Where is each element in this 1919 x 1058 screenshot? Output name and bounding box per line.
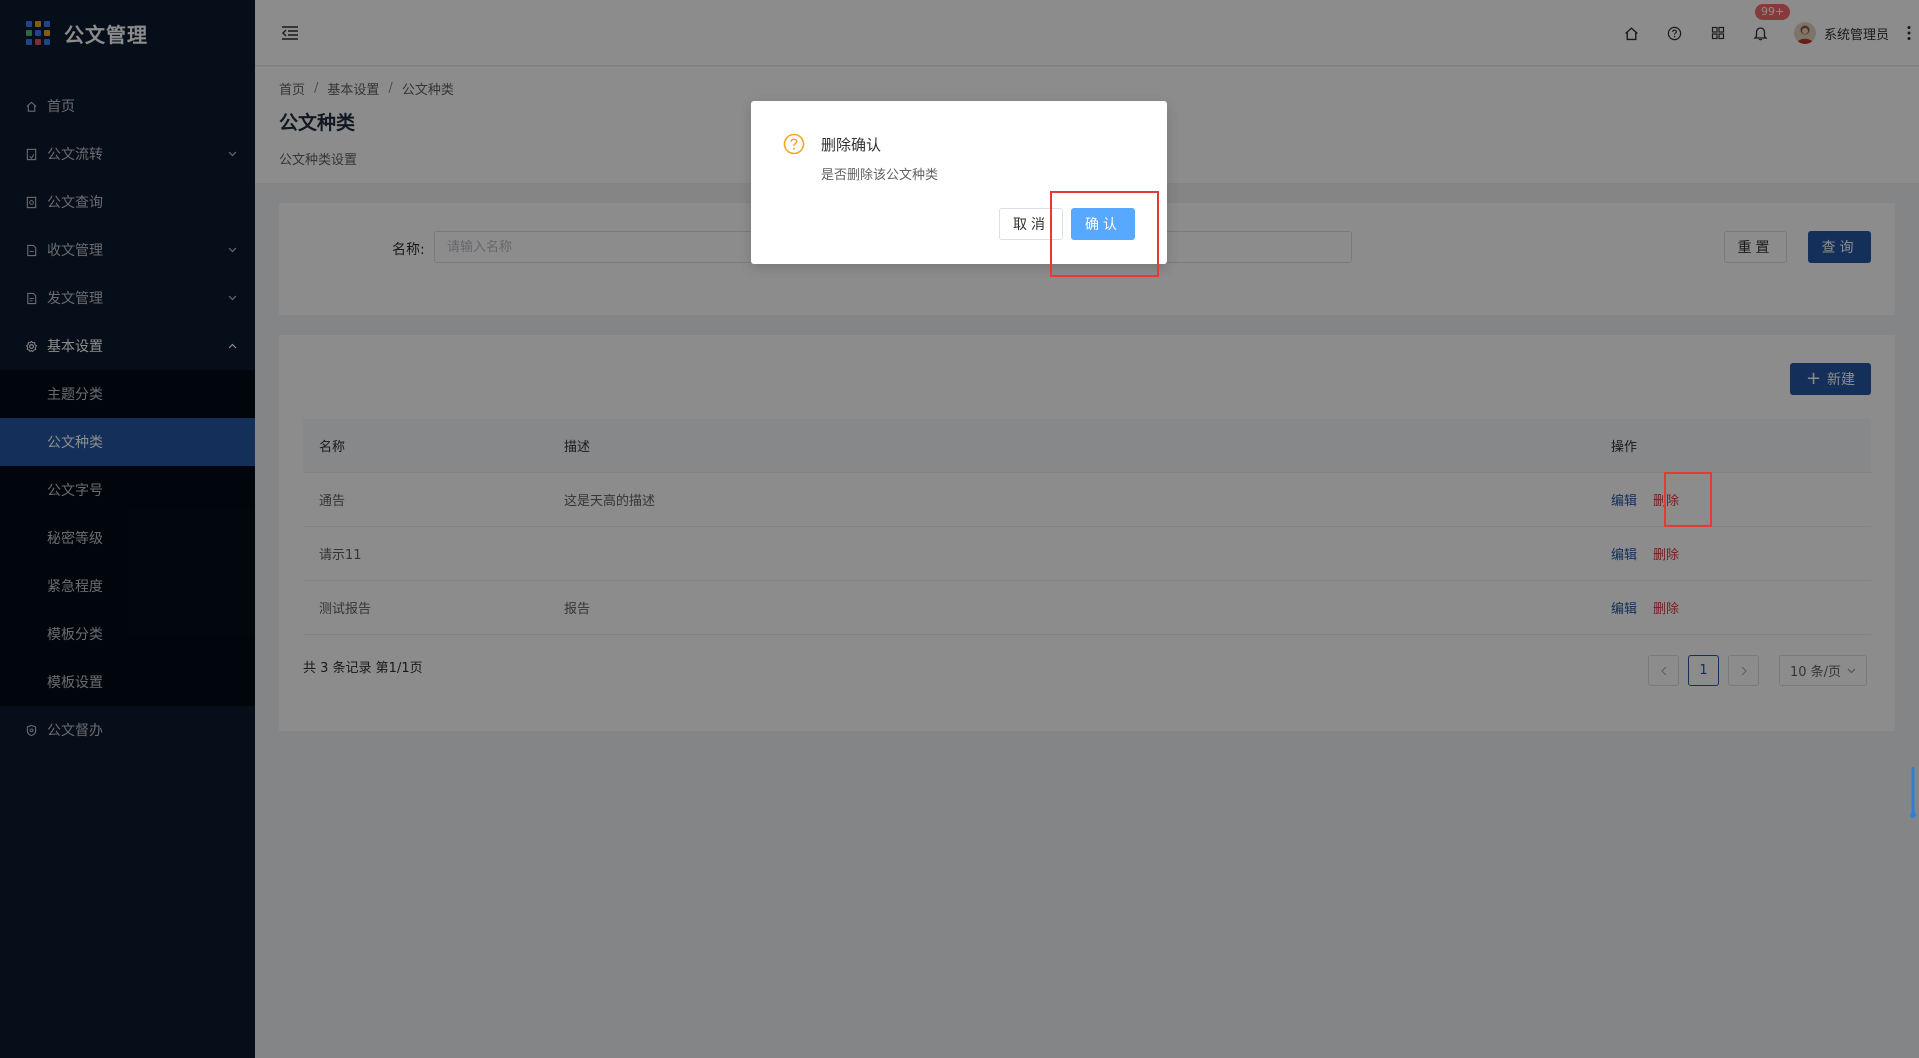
confirm-button[interactable]: 确认 bbox=[1071, 208, 1135, 240]
dialog-message: 是否删除该公文种类 bbox=[821, 168, 939, 183]
dialog-title: 删除确认 bbox=[821, 136, 882, 154]
question-circle-icon bbox=[783, 133, 805, 155]
delete-confirm-dialog: 删除确认 是否删除该公文种类 取消 确认 bbox=[751, 101, 1167, 264]
scroll-indicator[interactable] bbox=[1910, 767, 1916, 819]
cancel-button[interactable]: 取消 bbox=[999, 208, 1063, 240]
